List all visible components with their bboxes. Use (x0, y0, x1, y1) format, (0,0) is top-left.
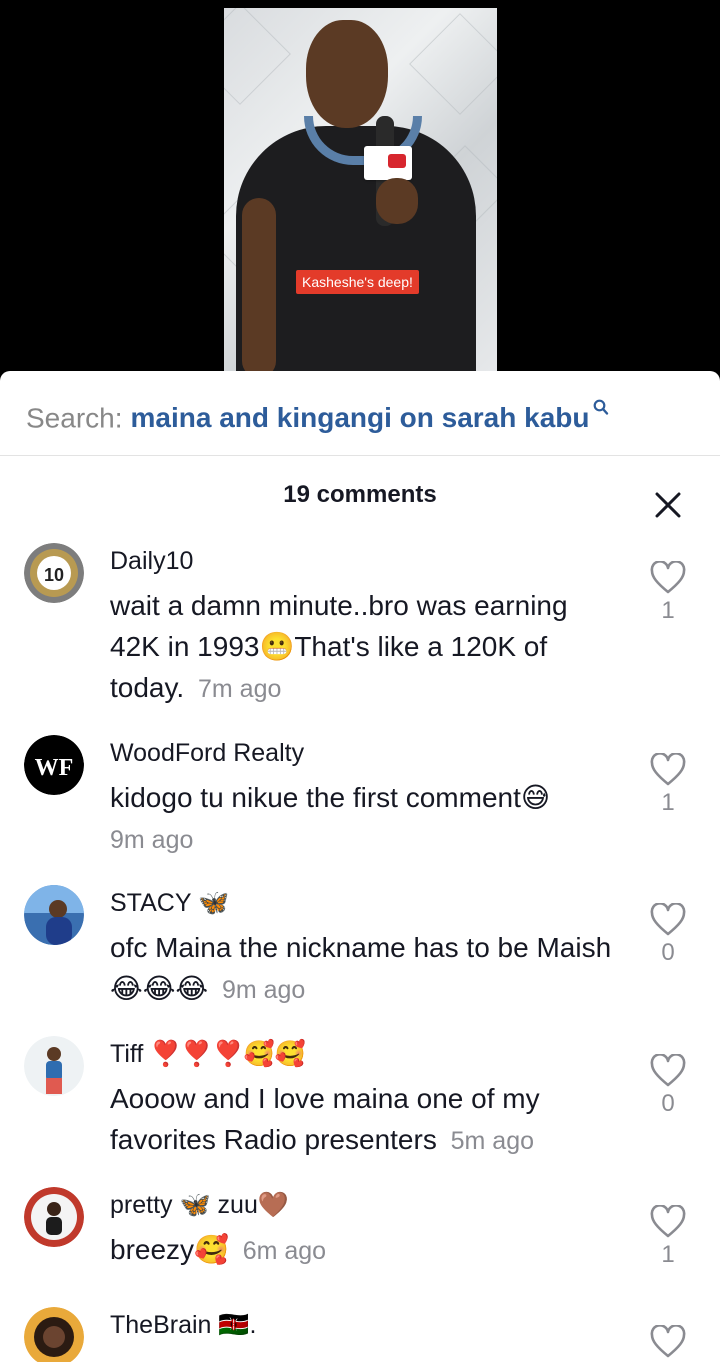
avatar[interactable] (24, 1307, 84, 1362)
video-frame[interactable]: Kasheshe's deep! (224, 8, 497, 378)
like-count: 0 (661, 1090, 675, 1117)
comment-username[interactable]: Daily10 (110, 547, 193, 576)
comment-text: ofc Maina the nickname has to be Maish😂😂… (110, 927, 620, 1011)
like-button[interactable]: 1 (640, 753, 696, 817)
search-prefix: Search: (26, 402, 123, 434)
wall-tile (224, 8, 291, 105)
comment-username[interactable]: TheBrain 🇰🇪. (110, 1311, 256, 1340)
comment-username[interactable]: WoodFord Realty (110, 739, 304, 768)
comment-text: wait a damn minute..bro was earning 42K … (110, 585, 620, 710)
heart-icon (650, 753, 686, 786)
microphone-flag (364, 146, 412, 180)
comment-timestamp: 9m ago (110, 826, 194, 854)
comment-username[interactable]: Tiff ❣️❣️❣️🥰🥰 (110, 1040, 306, 1069)
avatar[interactable] (24, 1187, 84, 1247)
like-count: 1 (661, 789, 675, 816)
like-count: 1 (661, 1241, 675, 1268)
search-icon[interactable] (593, 392, 609, 424)
comment-body: kidogo tu nikue the first comment😅 (110, 782, 551, 813)
comment-timestamp: 7m ago (197, 675, 282, 703)
avatar[interactable]: WF (24, 735, 84, 795)
close-icon (655, 492, 681, 518)
comment-username[interactable]: STACY 🦋 (110, 889, 229, 918)
search-suggestion-bar[interactable]: Search: maina and kingangi on sarah kabu (0, 371, 720, 456)
comment-username[interactable]: pretty 🦋 zuu🤎 (110, 1191, 289, 1220)
comment-body: ofc Maina the nickname has to be Maish😂😂… (110, 932, 612, 1004)
video-caption: Kasheshe's deep! (296, 270, 419, 294)
like-count: 0 (661, 939, 675, 966)
close-comments-button[interactable] (652, 489, 684, 521)
wall-tile (409, 13, 497, 115)
heart-icon (650, 1325, 686, 1358)
heart-icon (650, 903, 686, 936)
search-query-link[interactable]: maina and kingangi on sarah kabu (131, 402, 590, 433)
comment-text: Aooow and I love maina one of my favorit… (110, 1078, 620, 1162)
comment-timestamp: 5m ago (450, 1127, 534, 1155)
comment-body: breezy🥰 (110, 1234, 229, 1265)
comment-timestamp: 6m ago (242, 1237, 327, 1265)
comments-count-title: 19 comments (283, 481, 437, 508)
avatar[interactable] (24, 1036, 84, 1096)
video-person-arm (242, 198, 276, 378)
like-button[interactable] (640, 1325, 696, 1359)
svg-text:10: 10 (44, 565, 64, 585)
comment-text: kidogo tu nikue the first comment😅 9m ago (110, 777, 620, 861)
avatar[interactable]: 10 (24, 543, 84, 603)
comment-body: wait a damn minute..bro was earning 42K … (110, 590, 568, 703)
comment-text: breezy🥰 6m ago (110, 1229, 620, 1272)
video-player[interactable]: Kasheshe's deep! (0, 0, 720, 380)
comment-timestamp: 9m ago (221, 976, 306, 1004)
svg-text:WF: WF (35, 755, 74, 781)
video-person-head (306, 20, 388, 128)
like-count: 1 (661, 597, 675, 624)
video-person-hand (376, 178, 418, 224)
heart-icon (650, 1205, 686, 1238)
comments-sheet: Search: maina and kingangi on sarah kabu … (0, 371, 720, 1362)
like-button[interactable]: 0 (640, 1054, 696, 1118)
like-button[interactable]: 1 (640, 561, 696, 625)
heart-icon (650, 1054, 686, 1087)
search-suggestion[interactable]: Search: maina and kingangi on sarah kabu (26, 392, 609, 434)
avatar[interactable] (24, 885, 84, 945)
like-button[interactable]: 1 (640, 1205, 696, 1269)
heart-icon (650, 561, 686, 594)
like-button[interactable]: 0 (640, 903, 696, 967)
